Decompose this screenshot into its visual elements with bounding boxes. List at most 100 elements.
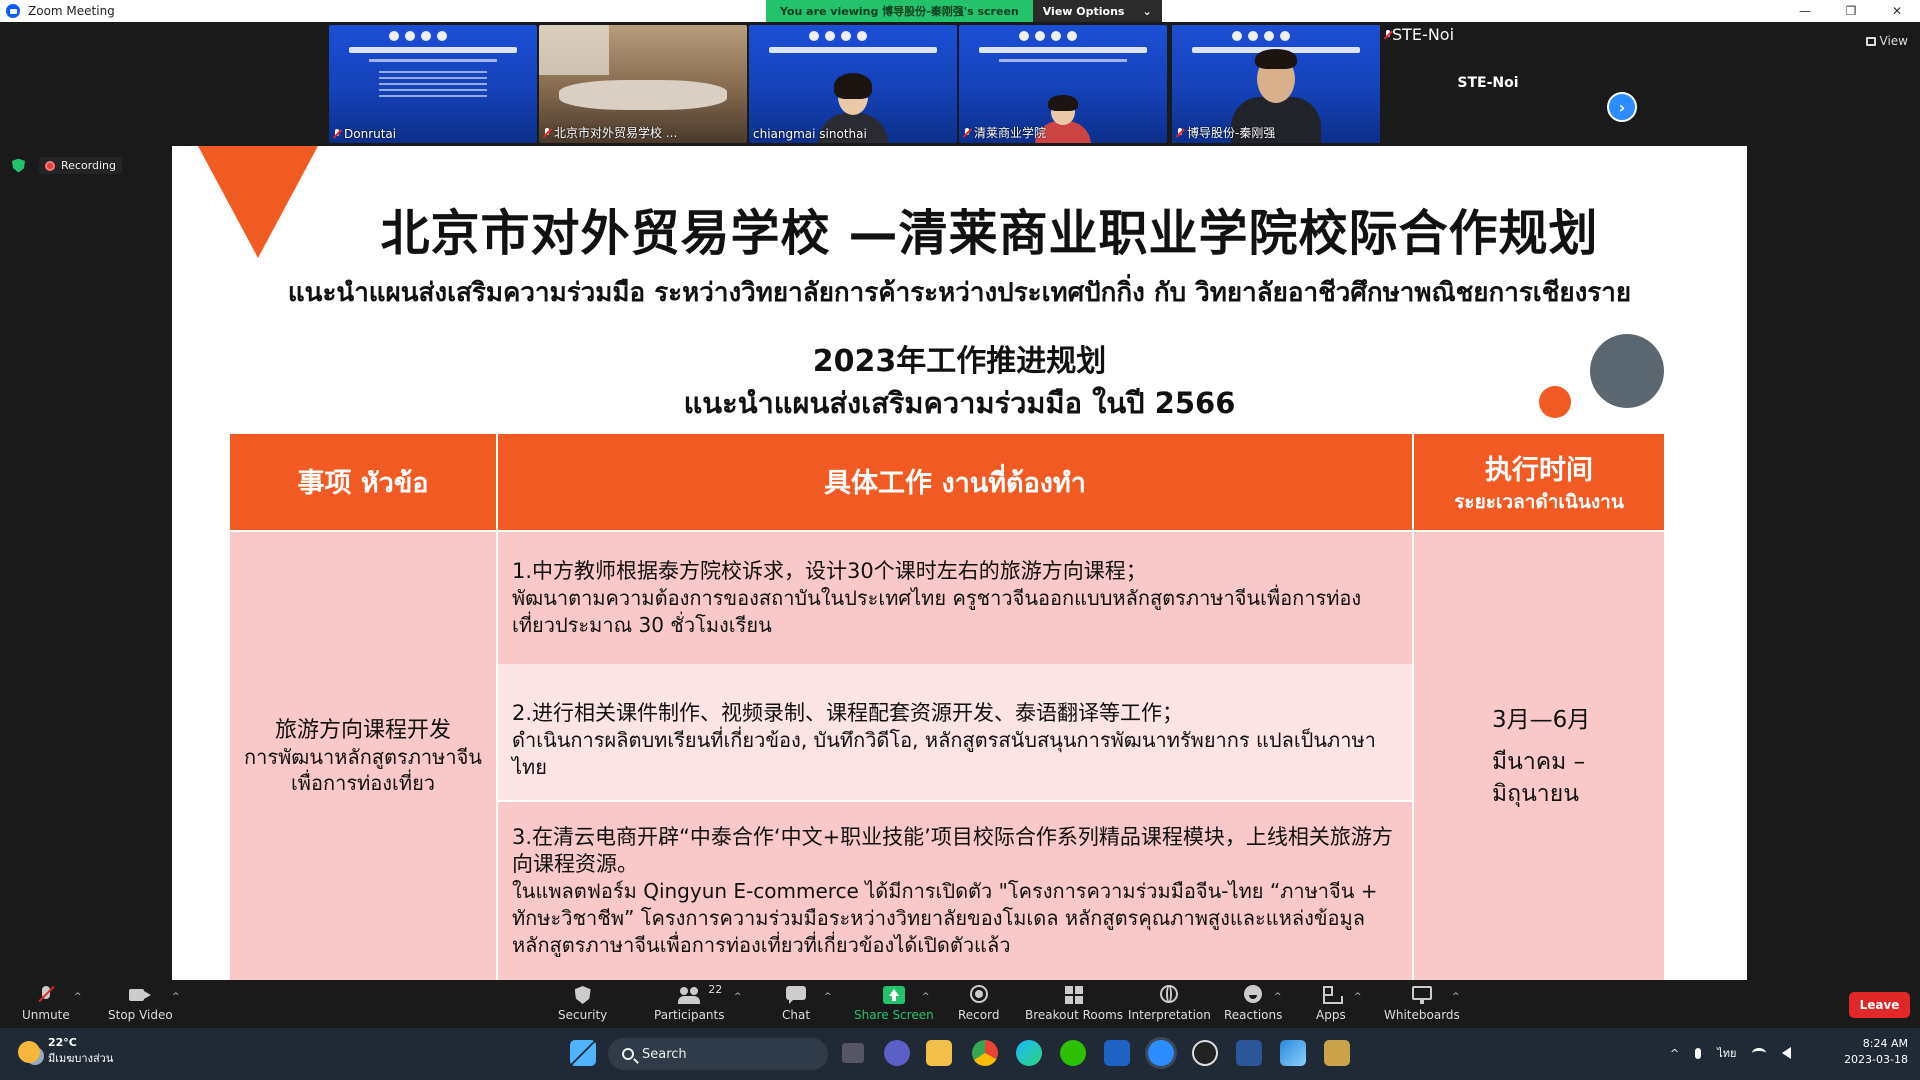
- participant-tile-active-speaker[interactable]: 博导股份-秦刚强: [1172, 25, 1380, 143]
- share-caret[interactable]: ^: [922, 992, 930, 1002]
- mic-muted-icon: [35, 986, 57, 1004]
- whiteboards-button[interactable]: Whiteboards: [1384, 986, 1460, 1022]
- participant-name: 北京市对外贸易学校 ...: [543, 124, 677, 141]
- header-tasks: 具体工作 งานที่ต้องทำ: [498, 434, 1412, 530]
- chat-button[interactable]: Chat: [782, 986, 810, 1022]
- minimize-button[interactable]: —: [1782, 0, 1828, 22]
- apps-button[interactable]: Apps: [1316, 986, 1346, 1022]
- recording-indicator: Recording: [12, 157, 123, 174]
- apps-caret[interactable]: ^: [1354, 992, 1362, 1002]
- breakout-rooms-button[interactable]: Breakout Rooms: [1025, 986, 1123, 1022]
- record-dot-icon: [45, 160, 55, 171]
- header-time: 执行时间 ระยะเวลาดำเนินงาน: [1414, 434, 1664, 530]
- task-cell: 1.中方教师根据泰方院校诉求，设计30个课时左右的旅游方向课程； พัฒนาตา…: [498, 532, 1412, 664]
- viewing-banner: You are viewing 博导股份-秦刚强's screen View O…: [766, 0, 1162, 22]
- leave-button[interactable]: Leave: [1849, 992, 1910, 1018]
- photos-icon[interactable]: [1280, 1040, 1306, 1066]
- viewing-text: You are viewing 博导股份-秦刚强's screen: [766, 0, 1033, 22]
- shield-icon: [572, 986, 594, 1004]
- breakout-rooms-icon: [1063, 986, 1085, 1004]
- app-icon-2[interactable]: [1324, 1040, 1350, 1066]
- video-options-caret[interactable]: ^: [172, 992, 180, 1002]
- audio-options-caret[interactable]: ^: [74, 992, 82, 1002]
- whiteboards-caret[interactable]: ^: [1452, 992, 1460, 1002]
- slide-title-chinese: 北京市对外贸易学校 —清莱商业职业学院校际合作规划: [380, 205, 1599, 262]
- participant-tile[interactable]: STE-Noi STE-Noi: [1384, 25, 1592, 143]
- maximize-button[interactable]: ❐: [1828, 0, 1874, 22]
- participant-tile[interactable]: Donrutai: [329, 25, 537, 143]
- wechat-icon[interactable]: [1060, 1040, 1086, 1066]
- mic-muted-icon: [1384, 30, 1392, 40]
- chat-caret[interactable]: ^: [824, 992, 832, 1002]
- share-screen-icon: [882, 986, 905, 1004]
- interpretation-button[interactable]: Interpretation: [1128, 985, 1211, 1022]
- participants-button[interactable]: 22 Participants: [654, 983, 725, 1022]
- file-explorer-icon[interactable]: [926, 1040, 952, 1066]
- microphone-icon[interactable]: [1695, 1047, 1702, 1059]
- task-chinese: 1.中方教师根据泰方院校诉求，设计30个课时左右的旅游方向课程；: [512, 559, 1147, 583]
- participant-tile[interactable]: 清莱商业学院: [959, 25, 1167, 143]
- slide-subtitle-thai: แนะนำแผนส่งเสริมความร่วมมือ ในปี 2566: [683, 386, 1236, 420]
- next-participants-button[interactable]: ›: [1607, 92, 1637, 122]
- view-options-button[interactable]: View Options ⌄: [1032, 0, 1162, 22]
- windows-start-icon[interactable]: [570, 1040, 596, 1066]
- participant-tile[interactable]: chiangmai sinothai: [749, 25, 957, 143]
- clock-date: 2023-03-18: [1844, 1053, 1908, 1066]
- weather-widget[interactable]: 22°C มีเมฆบางส่วน: [18, 1036, 113, 1067]
- taskbar-search[interactable]: Search: [608, 1038, 828, 1070]
- participant-tile[interactable]: 北京市对外贸易学校 ...: [539, 25, 747, 143]
- participant-name: chiangmai sinothai: [753, 127, 867, 141]
- plan-table: 事项 หัวข้อ 具体工作 งานที่ต้องทำ 执行时间 ระยะเวล…: [230, 434, 1664, 980]
- chat-label: Chat: [782, 1008, 811, 1022]
- reactions-caret[interactable]: ^: [1274, 992, 1282, 1002]
- shared-screen-slide: 北京市对外贸易学校 —清莱商业职业学院校际合作规划 แนะนำแผนส่งเสร…: [172, 146, 1747, 980]
- system-tray: ^ ไทย: [1670, 1044, 1792, 1062]
- task-thai: ในแพลตฟอร์ม Qingyun E-commerce ได้มีการเ…: [512, 879, 1378, 957]
- participant-strip: Donrutai 北京市对外贸易学校 ... chiangmai sinotha…: [0, 22, 1920, 146]
- volume-icon[interactable]: [1782, 1047, 1792, 1059]
- teams-icon[interactable]: [884, 1040, 910, 1066]
- edge-icon[interactable]: [1016, 1040, 1042, 1066]
- header-topic: 事项 หัวข้อ: [230, 434, 496, 530]
- encryption-shield-icon[interactable]: [12, 158, 25, 173]
- unmute-button[interactable]: Unmute: [22, 986, 70, 1022]
- word-icon[interactable]: [1236, 1040, 1262, 1066]
- participant-big-name: STE-Noi: [1457, 75, 1519, 91]
- record-button[interactable]: Record: [958, 985, 999, 1022]
- zoom-taskbar-icon[interactable]: [1148, 1040, 1174, 1066]
- task-cell: 3.在清云电商开辟“中泰合作‘中文+职业技能’项目校际合作系列精品课程模块，上线…: [498, 802, 1412, 980]
- mic-muted-icon: [1176, 127, 1184, 138]
- task-thai: พัฒนาตามความต้องการของสถาบันในประเทศไทย …: [512, 586, 1362, 637]
- tray-overflow-icon[interactable]: ^: [1670, 1047, 1679, 1060]
- zoom-logo-icon: [6, 4, 20, 18]
- topic-thai: การพัฒนาหลักสูตรภาษาจีนเพื่อการท่องเที่ย…: [244, 745, 482, 795]
- slide-subtitle-chinese: 2023年工作推进规划: [812, 344, 1107, 379]
- meeting-toolbar: Unmute ^ Stop Video ^ Security 22 Partic…: [0, 980, 1920, 1028]
- app-icon[interactable]: [1104, 1040, 1130, 1066]
- recording-pill[interactable]: Recording: [39, 157, 123, 174]
- shared-slide-thumbnail: [329, 25, 537, 143]
- chat-icon: [785, 986, 807, 1004]
- window-controls: — ❐ ✕: [1782, 0, 1920, 22]
- task-view-icon[interactable]: [842, 1043, 864, 1063]
- record-icon: [968, 985, 990, 1004]
- media-player-icon[interactable]: [1192, 1040, 1218, 1066]
- view-layout-button[interactable]: View: [1865, 34, 1908, 48]
- chevron-down-icon: ⌄: [1142, 4, 1152, 18]
- interpretation-label: Interpretation: [1128, 1008, 1211, 1022]
- weather-desc: มีเมฆบางส่วน: [48, 1052, 114, 1065]
- windows-taskbar: 22°C มีเมฆบางส่วน Search ^ ไทย 8:24 AM 2…: [0, 1028, 1920, 1080]
- close-button[interactable]: ✕: [1874, 0, 1920, 22]
- participant-name: Donrutai: [333, 127, 396, 141]
- security-button[interactable]: Security: [558, 986, 607, 1022]
- wifi-icon[interactable]: [1752, 1048, 1767, 1058]
- chrome-icon[interactable]: [972, 1040, 998, 1066]
- language-indicator[interactable]: ไทย: [1717, 1044, 1736, 1062]
- participants-caret[interactable]: ^: [734, 992, 742, 1002]
- apps-label: Apps: [1316, 1008, 1346, 1022]
- breakout-label: Breakout Rooms: [1025, 1008, 1124, 1022]
- stop-video-button[interactable]: Stop Video: [108, 986, 173, 1022]
- mic-muted-icon: [543, 127, 551, 138]
- time-thai: มีนาคม – มิถุนายน: [1492, 749, 1586, 807]
- taskbar-clock[interactable]: 8:24 AM 2023-03-18: [1844, 1036, 1908, 1068]
